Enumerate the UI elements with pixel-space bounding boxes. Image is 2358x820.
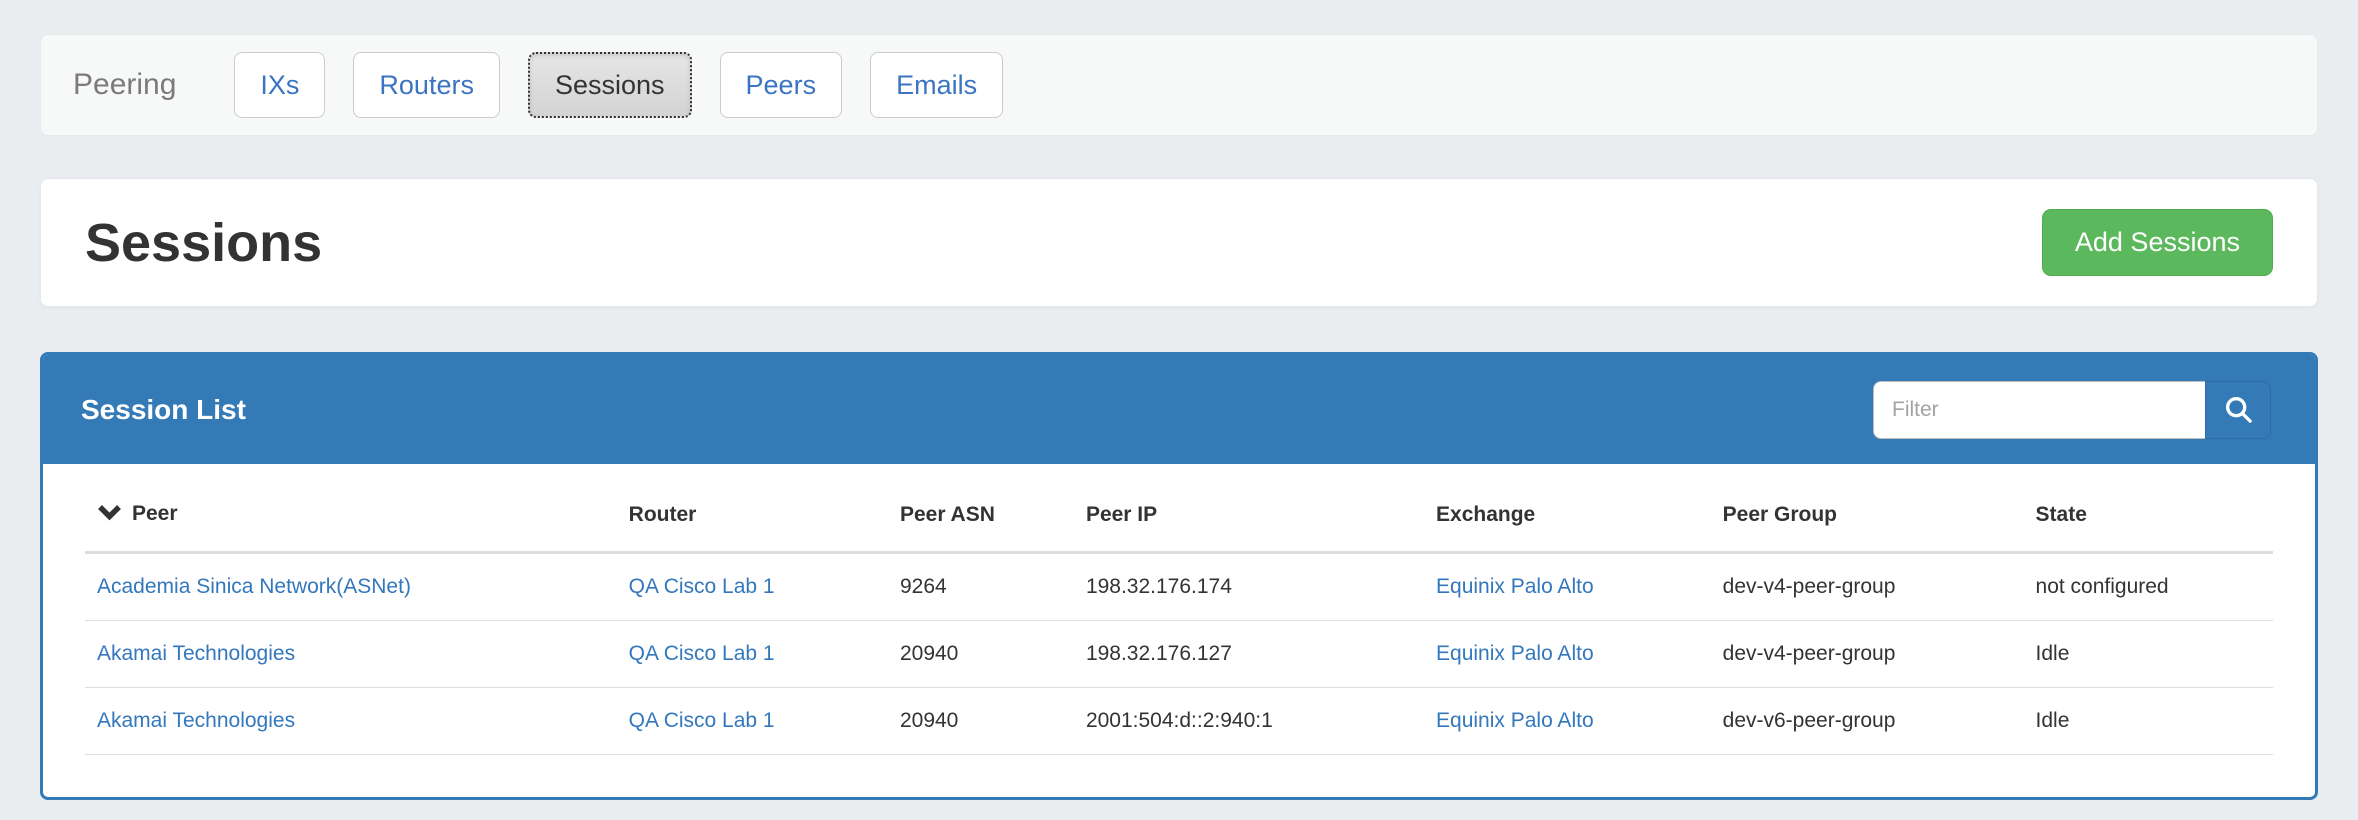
exchange-link[interactable]: Equinix Palo Alto: [1436, 709, 1594, 732]
filter-input[interactable]: [1873, 381, 2205, 439]
page-title: Sessions: [85, 212, 322, 274]
add-sessions-button[interactable]: Add Sessions: [2042, 209, 2273, 276]
table-row: Academia Sinica Network(ASNet) QA Cisco …: [85, 553, 2273, 621]
column-header-exchange[interactable]: Exchange: [1424, 472, 1711, 553]
column-header-peer-ip[interactable]: Peer IP: [1074, 472, 1424, 553]
tab-ixs[interactable]: IXs: [234, 52, 325, 118]
peer-ip-cell: 198.32.176.174: [1074, 553, 1424, 621]
page-header-card: Sessions Add Sessions: [40, 178, 2318, 307]
tab-peers[interactable]: Peers: [720, 52, 843, 118]
peer-link[interactable]: Academia Sinica Network(ASNet): [97, 575, 411, 598]
column-header-router[interactable]: Router: [617, 472, 888, 553]
peer-group-cell: dev-v4-peer-group: [1711, 621, 2024, 688]
filter-group: [1873, 381, 2271, 439]
tab-emails[interactable]: Emails: [870, 52, 1003, 118]
session-table-body: Peer Router Peer ASN Peer IP Exchange Pe…: [43, 464, 2315, 797]
tab-routers[interactable]: Routers: [353, 52, 500, 118]
router-link[interactable]: QA Cisco Lab 1: [629, 642, 775, 665]
peer-ip-cell: 198.32.176.127: [1074, 621, 1424, 688]
session-table: Peer Router Peer ASN Peer IP Exchange Pe…: [85, 472, 2273, 797]
peer-link[interactable]: Akamai Technologies: [97, 642, 295, 665]
state-cell: Idle: [2024, 688, 2273, 755]
table-header-row: Peer Router Peer ASN Peer IP Exchange Pe…: [85, 472, 2273, 553]
peer-group-cell: dev-v4-peer-group: [1711, 553, 2024, 621]
session-list-panel: Session List: [40, 352, 2318, 800]
peering-navbar: Peering IXs Routers Sessions Peers Email…: [40, 34, 2318, 136]
tab-sessions[interactable]: Sessions: [528, 52, 692, 118]
state-cell: Idle: [2024, 621, 2273, 688]
search-button[interactable]: [2205, 381, 2271, 439]
peer-asn-cell: 20940: [888, 621, 1074, 688]
table-row: Akamai Technologies QA Cisco Lab 1 20940…: [85, 621, 2273, 688]
table-row: [85, 755, 2273, 798]
nav-tab-group: IXs Routers Sessions Peers Emails: [234, 52, 1003, 118]
exchange-link[interactable]: Equinix Palo Alto: [1436, 575, 1594, 598]
peer-link[interactable]: Akamai Technologies: [97, 709, 295, 732]
session-list-panel-heading: Session List: [43, 355, 2315, 464]
column-header-state[interactable]: State: [2024, 472, 2273, 553]
column-header-peer[interactable]: Peer: [85, 472, 617, 553]
panel-title: Session List: [81, 394, 246, 426]
router-link[interactable]: QA Cisco Lab 1: [629, 709, 775, 732]
column-header-peer-asn[interactable]: Peer ASN: [888, 472, 1074, 553]
peer-group-cell: dev-v6-peer-group: [1711, 688, 2024, 755]
column-header-peer-group[interactable]: Peer Group: [1711, 472, 2024, 553]
table-row: Akamai Technologies QA Cisco Lab 1 20940…: [85, 688, 2273, 755]
search-icon: [2223, 394, 2254, 425]
router-link[interactable]: QA Cisco Lab 1: [629, 575, 775, 598]
chevron-down-icon: [97, 503, 122, 527]
navbar-brand: Peering: [73, 68, 176, 102]
peer-ip-cell: 2001:504:d::2:940:1: [1074, 688, 1424, 755]
peer-asn-cell: 9264: [888, 553, 1074, 621]
exchange-link[interactable]: Equinix Palo Alto: [1436, 642, 1594, 665]
state-cell: not configured: [2024, 553, 2273, 621]
peer-asn-cell: 20940: [888, 688, 1074, 755]
